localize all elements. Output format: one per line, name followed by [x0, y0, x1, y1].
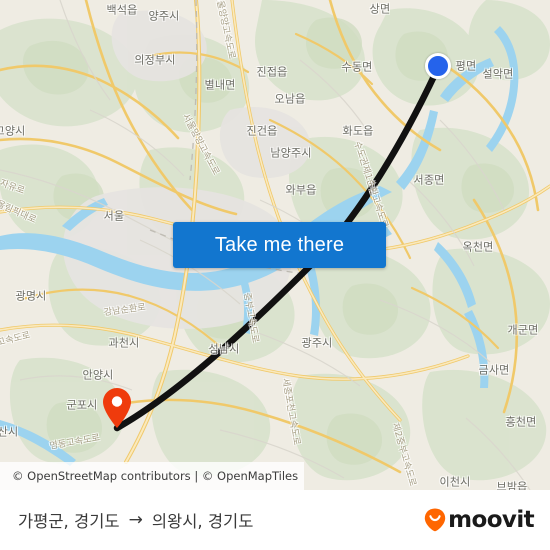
map-attribution-bar: © OpenStreetMap contributors | © OpenMap…: [0, 462, 304, 490]
origin-point-marker[interactable]: [425, 53, 451, 79]
destination-pin-marker[interactable]: [103, 388, 131, 428]
arrow-right-icon: →: [128, 509, 143, 530]
map-canvas-container[interactable]: 백석읍양주시상면서울양양고속도로의정부시수동면평면별내면진접읍오남읍설악면고양시…: [0, 0, 550, 490]
moovit-logo[interactable]: moovit: [424, 506, 535, 533]
moovit-route-screenshot: 백석읍양주시상면서울양양고속도로의정부시수동면평면별내면진접읍오남읍설악면고양시…: [0, 0, 550, 550]
destination-label: 의왕시, 경기도: [151, 512, 254, 531]
footer-bar: 가평군, 경기도 → 의왕시, 경기도 moovit: [0, 490, 550, 550]
moovit-wordmark: moovit: [448, 506, 534, 533]
origin-label: 가평군, 경기도: [18, 512, 120, 531]
map-attribution-text[interactable]: © OpenStreetMap contributors | © OpenMap…: [12, 469, 298, 483]
moovit-pin-icon: [424, 508, 446, 532]
take-me-there-button[interactable]: Take me there: [173, 222, 386, 268]
route-summary: 가평군, 경기도 → 의왕시, 경기도: [18, 508, 253, 532]
